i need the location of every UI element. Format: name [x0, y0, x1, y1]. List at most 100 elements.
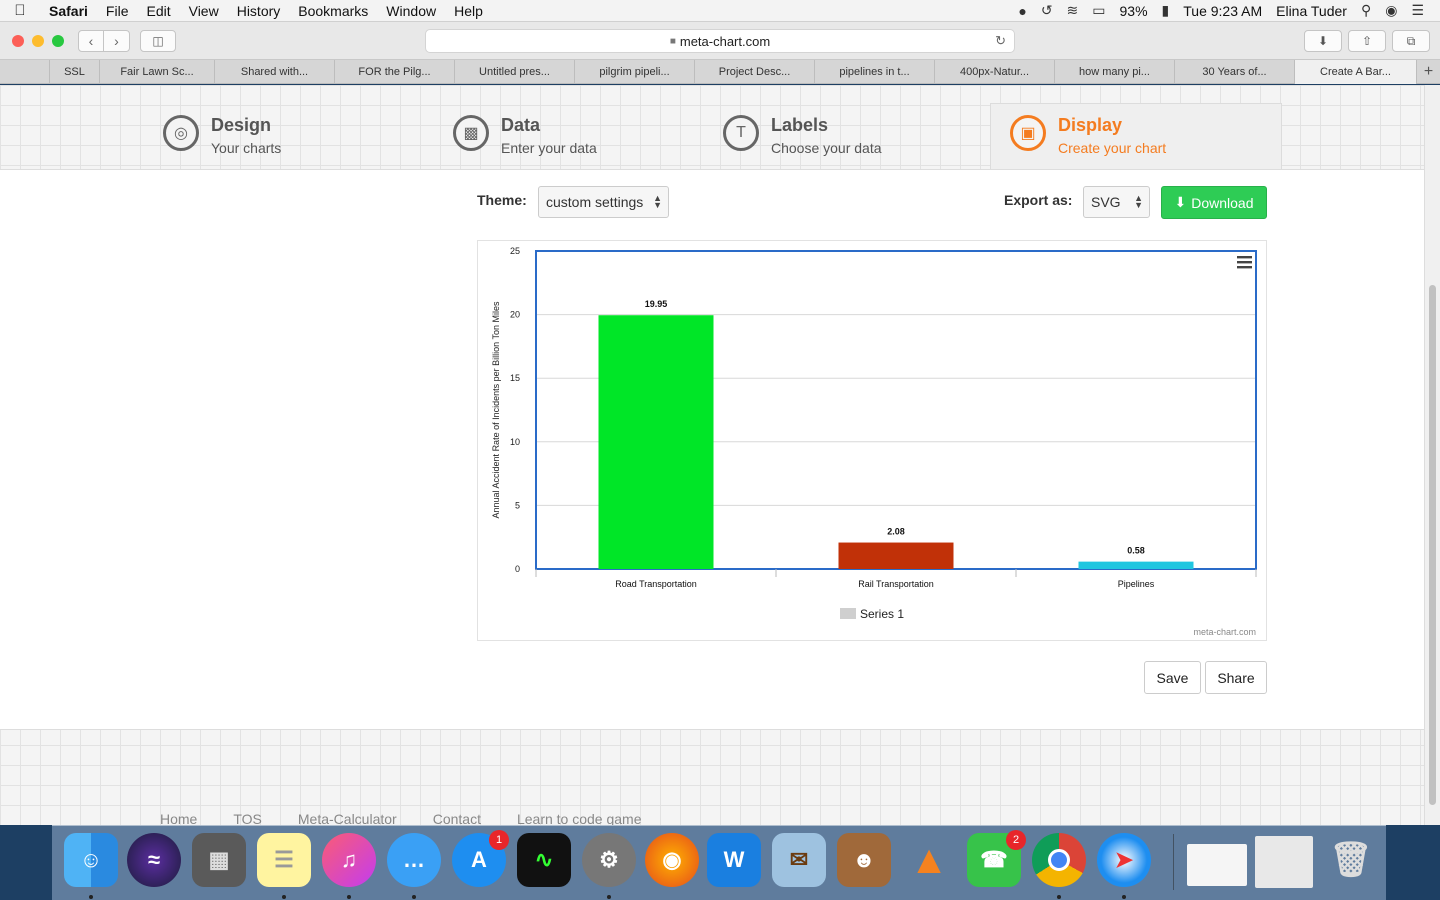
bar	[598, 315, 714, 569]
page-scrollbar[interactable]	[1424, 85, 1440, 825]
step-display[interactable]: ▣ Display Create your chart	[1010, 101, 1166, 156]
tab[interactable]: Fair Lawn Sc...	[100, 60, 215, 84]
footer-link-home[interactable]: Home	[160, 811, 197, 825]
spotlight-icon[interactable]: ⚲	[1361, 2, 1371, 19]
tab[interactable]: Project Desc...	[695, 60, 815, 84]
bar-chart: 0 5 10 15 20 25 Annual Accident Rate of Incide…	[491, 246, 1257, 637]
activity-monitor-icon[interactable]: ∿	[517, 833, 571, 887]
minimized-window-thumbnail[interactable]	[1187, 844, 1247, 886]
download-icon: ⬇	[1174, 194, 1187, 210]
step-labels[interactable]: T Labels Choose your data	[723, 101, 882, 156]
step-data[interactable]: ▩ Data Enter your data	[453, 101, 597, 156]
select-arrows-icon: ▲ ▼	[1134, 193, 1143, 210]
battery-percent[interactable]: 93%	[1120, 3, 1148, 19]
palette-icon: ◎	[163, 115, 199, 151]
running-indicator	[282, 895, 286, 899]
apple-icon[interactable]: 	[0, 2, 40, 19]
tab-blank[interactable]	[0, 60, 50, 84]
word-icon[interactable]: W	[707, 833, 761, 887]
tab-active[interactable]: Create A Bar...	[1295, 60, 1417, 84]
footer-link-learn-to-code[interactable]: Learn to code game	[517, 811, 642, 825]
save-button[interactable]: Save	[1144, 661, 1201, 694]
facetime-badge: 2	[1006, 830, 1026, 850]
export-format-select[interactable]: SVG ▲ ▼	[1083, 186, 1150, 218]
menu-bookmarks[interactable]: Bookmarks	[289, 3, 377, 19]
display-panel: Theme: custom settings ▲ ▼ Export as: SVG…	[0, 169, 1424, 730]
address-bar[interactable]: ■ meta-chart.com ↻	[425, 29, 1015, 53]
minimize-window-icon[interactable]	[32, 35, 44, 47]
time-machine-icon[interactable]: ↺	[1041, 2, 1053, 19]
wifi-icon[interactable]: ≋	[1067, 2, 1079, 19]
minimized-window-thumbnail[interactable]	[1255, 836, 1313, 888]
theme-select[interactable]: custom settings ▲ ▼	[538, 186, 669, 218]
menu-history[interactable]: History	[228, 3, 290, 19]
system-preferences-icon[interactable]: ⚙	[582, 833, 636, 887]
finder-icon[interactable]: ☺	[64, 833, 118, 887]
share-toolbar-button[interactable]: ⇧	[1348, 30, 1386, 52]
menu-help[interactable]: Help	[445, 3, 492, 19]
running-indicator	[1122, 895, 1126, 899]
itunes-icon[interactable]: ♫	[322, 833, 376, 887]
help-status-icon[interactable]: ●	[1018, 3, 1026, 19]
siri-icon[interactable]: ≈	[127, 833, 181, 887]
notes-icon[interactable]: ☰	[257, 833, 311, 887]
tab[interactable]: pipelines in t...	[815, 60, 935, 84]
menu-file[interactable]: File	[97, 3, 138, 19]
tab[interactable]: SSL	[50, 60, 100, 84]
contacts-icon[interactable]: ☻	[837, 833, 891, 887]
tab[interactable]: pilgrim pipeli...	[575, 60, 695, 84]
sidebar-toggle-button[interactable]: ◫	[140, 30, 176, 52]
close-window-icon[interactable]	[12, 35, 24, 47]
x-tick-label: Pipelines	[1118, 579, 1155, 589]
scrollbar-thumb[interactable]	[1429, 285, 1436, 805]
airplay-icon[interactable]: ▭	[1092, 2, 1105, 19]
tab[interactable]: FOR the Pilg...	[335, 60, 455, 84]
theme-value: custom settings	[546, 194, 644, 210]
web-page: ◎ Design Your charts ▩ Data Enter your dat…	[0, 85, 1424, 825]
clock[interactable]: Tue 9:23 AM	[1183, 3, 1262, 19]
tab[interactable]: how many pi...	[1055, 60, 1175, 84]
vlc-icon[interactable]: ▲	[902, 833, 956, 887]
safari-icon[interactable]: ➤	[1097, 833, 1151, 887]
back-button[interactable]: ‹	[78, 30, 104, 52]
footer-link-contact[interactable]: Contact	[433, 811, 481, 825]
firefox-icon[interactable]: ◉	[645, 833, 699, 887]
tab[interactable]: 30 Years of...	[1175, 60, 1295, 84]
footer-link-tos[interactable]: TOS	[233, 811, 262, 825]
download-button[interactable]: ⬇ Download	[1161, 186, 1267, 219]
tab[interactable]: 400px-Natur...	[935, 60, 1055, 84]
chevron-right-icon: ›	[114, 33, 119, 49]
user-name[interactable]: Elina Tuder	[1276, 3, 1347, 19]
dock: ☺ ≈ ▦ ☰ ♫ … A 1 ∿ ⚙ ◉ W ✉ ☻ ▲ ☎ 2 ➤ 🗑	[52, 825, 1386, 900]
mail-icon[interactable]: ✉	[772, 833, 826, 887]
notification-center-icon[interactable]: ☰	[1411, 2, 1424, 19]
new-tab-icon[interactable]: +	[1417, 60, 1440, 84]
forward-button[interactable]: ›	[104, 30, 130, 52]
menu-app-name[interactable]: Safari	[40, 3, 97, 19]
chart-container: 0 5 10 15 20 25 Annual Accident Rate of Incide…	[477, 240, 1267, 641]
tab[interactable]: Untitled pres...	[455, 60, 575, 84]
siri-icon[interactable]: ◉	[1385, 2, 1397, 19]
maximize-window-icon[interactable]	[52, 35, 64, 47]
menu-edit[interactable]: Edit	[137, 3, 179, 19]
step-design[interactable]: ◎ Design Your charts	[163, 101, 281, 156]
bar	[838, 542, 954, 569]
download-arrow-icon: ⬇	[1317, 34, 1329, 48]
footer-link-meta-calculator[interactable]: Meta-Calculator	[298, 811, 397, 825]
share-button[interactable]: Share	[1205, 661, 1267, 694]
sidebar-icon: ◫	[152, 34, 164, 48]
menu-view[interactable]: View	[180, 3, 228, 19]
step-title: Data	[501, 115, 541, 135]
trash-icon[interactable]: 🗑	[1324, 833, 1378, 887]
messages-icon[interactable]: …	[387, 833, 441, 887]
menu-window[interactable]: Window	[377, 3, 445, 19]
downloads-button[interactable]: ⬇	[1304, 30, 1342, 52]
step-subtitle: Enter your data	[501, 140, 597, 156]
calculator-icon[interactable]: ▦	[192, 833, 246, 887]
reload-icon[interactable]: ↻	[995, 33, 1006, 49]
step-title: Labels	[771, 115, 829, 135]
tab-overview-button[interactable]: ⧉	[1392, 30, 1430, 52]
chrome-icon[interactable]	[1032, 833, 1086, 887]
tab[interactable]: Shared with...	[215, 60, 335, 84]
battery-icon[interactable]: ▮	[1162, 2, 1170, 19]
